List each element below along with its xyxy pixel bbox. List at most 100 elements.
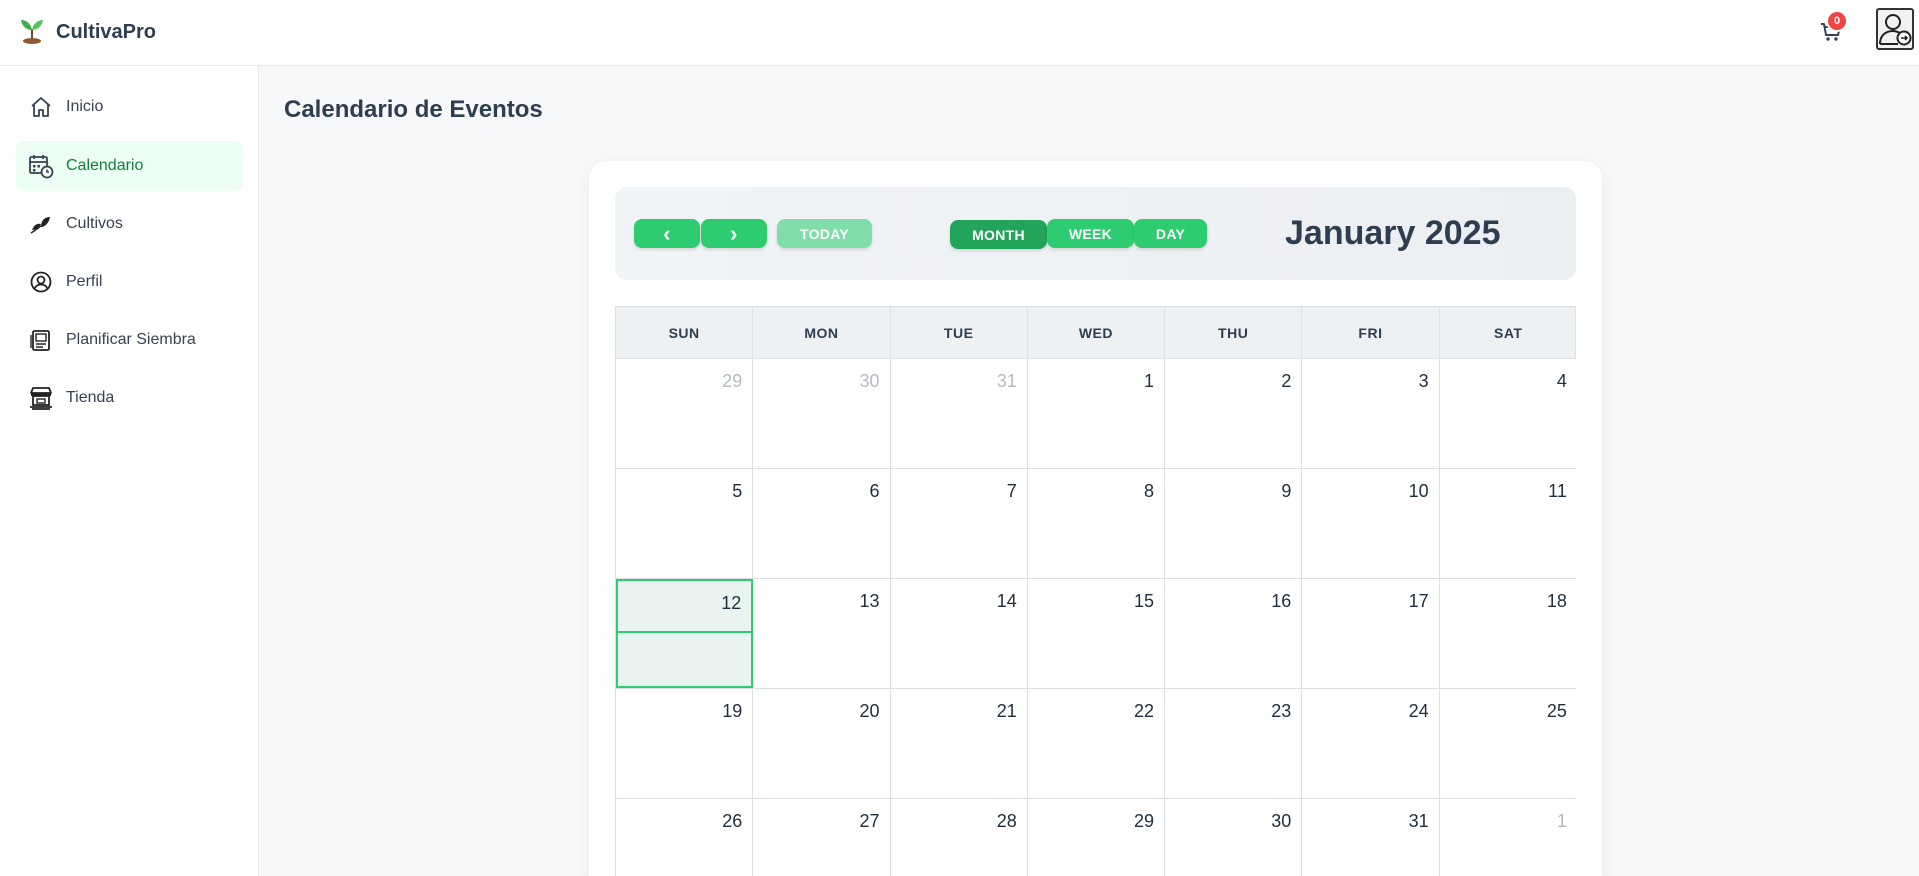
day-number: 10 — [1408, 481, 1429, 501]
chevron-right-icon: › — [730, 220, 738, 246]
day-cell-today[interactable]: 12 — [616, 579, 754, 688]
day-cell[interactable]: 20 — [753, 689, 891, 798]
day-cell[interactable]: 31 — [890, 359, 1028, 468]
day-cell[interactable]: 17 — [1302, 579, 1440, 688]
day-number: 9 — [1281, 481, 1292, 501]
day-number: 11 — [1548, 481, 1567, 501]
day-cell[interactable]: 10 — [1302, 469, 1440, 578]
day-cell[interactable]: 28 — [890, 799, 1028, 876]
plan-document-icon — [28, 327, 54, 353]
day-cell[interactable]: 29 — [1027, 799, 1166, 876]
view-month-button[interactable]: MONTH — [950, 220, 1047, 249]
day-cell[interactable]: 15 — [1027, 579, 1166, 688]
day-cell[interactable]: 29 — [616, 359, 754, 468]
day-number: 20 — [859, 701, 880, 721]
day-number: 12 — [721, 593, 742, 613]
view-week-button[interactable]: WEEK — [1047, 219, 1134, 248]
day-number: 16 — [1271, 591, 1292, 611]
sidebar-item-cultivos[interactable]: Cultivos — [16, 199, 243, 249]
month-title: January 2025 — [1285, 214, 1501, 252]
day-number: 21 — [996, 701, 1017, 721]
day-number: 7 — [1006, 481, 1017, 501]
day-number: 14 — [996, 591, 1017, 611]
day-cell[interactable]: 14 — [890, 579, 1028, 688]
day-cell[interactable]: 9 — [1165, 469, 1303, 578]
day-cell[interactable]: 8 — [1027, 469, 1166, 578]
cart-count-badge: 0 — [1826, 10, 1848, 32]
day-cell[interactable]: 4 — [1439, 359, 1577, 468]
day-cell[interactable]: 24 — [1302, 689, 1440, 798]
next-month-button[interactable]: › — [701, 219, 767, 248]
home-icon — [28, 94, 54, 120]
day-cell[interactable]: 11 — [1439, 469, 1577, 578]
day-cell[interactable]: 23 — [1165, 689, 1303, 798]
sidebar-item-calendario[interactable]: Calendario — [16, 141, 243, 191]
day-number: 1 — [1144, 371, 1155, 391]
day-number: 1 — [1556, 811, 1567, 831]
weekday-header-row: SUN MON TUE WED THU FRI SAT — [616, 307, 1575, 359]
weekday-header: WED — [1028, 307, 1166, 358]
day-number: 31 — [996, 371, 1017, 391]
day-number: 27 — [859, 811, 880, 831]
calendar-grid: SUN MON TUE WED THU FRI SAT 29 30 31 1 2… — [615, 306, 1577, 876]
day-cell[interactable]: 1 — [1439, 799, 1577, 876]
day-number: 15 — [1134, 591, 1155, 611]
week-row: 12 13 14 15 16 17 18 — [616, 579, 1577, 689]
day-cell[interactable]: 22 — [1027, 689, 1166, 798]
day-cell[interactable]: 25 — [1439, 689, 1577, 798]
prev-month-button[interactable]: ‹ — [634, 219, 700, 248]
day-cell[interactable]: 2 — [1165, 359, 1303, 468]
day-cell[interactable]: 21 — [890, 689, 1028, 798]
day-cell[interactable]: 31 — [1302, 799, 1440, 876]
sidebar-item-inicio[interactable]: Inicio — [16, 82, 243, 132]
day-number: 24 — [1408, 701, 1429, 721]
sidebar-item-label: Cultivos — [66, 215, 123, 232]
weekday-header: MON — [753, 307, 891, 358]
view-day-button[interactable]: DAY — [1134, 219, 1207, 248]
day-number: 13 — [859, 591, 880, 611]
day-cell[interactable]: 26 — [616, 799, 754, 876]
app-name: CultivaPro — [56, 21, 157, 43]
calendar-icon — [28, 153, 54, 179]
day-number: 30 — [859, 371, 880, 391]
day-cell[interactable]: 3 — [1302, 359, 1440, 468]
day-number: 29 — [722, 371, 743, 391]
brand[interactable]: CultivaPro — [18, 16, 156, 49]
user-logout-button[interactable] — [1876, 8, 1914, 50]
day-cell[interactable]: 5 — [616, 469, 754, 578]
day-number: 3 — [1418, 371, 1429, 391]
day-number: 22 — [1134, 701, 1155, 721]
weekday-header: SAT — [1493, 324, 1523, 341]
sprout-logo-icon — [18, 16, 46, 49]
day-number: 17 — [1408, 591, 1429, 611]
sidebar-item-label: Calendario — [66, 157, 144, 174]
day-number: 29 — [1134, 811, 1155, 831]
store-icon — [28, 385, 54, 411]
week-row: 19 20 21 22 23 24 25 — [616, 689, 1577, 799]
user-circle-icon — [28, 269, 54, 295]
today-button[interactable]: TODAY — [777, 219, 872, 248]
day-cell[interactable]: 1 — [1027, 359, 1166, 468]
top-bar: CultivaPro 0 — [0, 0, 1919, 66]
day-cell[interactable]: 27 — [753, 799, 891, 876]
day-cell[interactable]: 13 — [753, 579, 891, 688]
day-number: 8 — [1144, 481, 1155, 501]
sidebar-item-label: Inicio — [66, 98, 104, 115]
day-cell[interactable]: 30 — [1165, 799, 1303, 876]
day-cell[interactable]: 18 — [1439, 579, 1577, 688]
day-number: 2 — [1281, 371, 1292, 391]
day-number: 25 — [1546, 701, 1567, 721]
sidebar-item-tienda[interactable]: Tienda — [16, 373, 243, 423]
day-cell[interactable]: 6 — [753, 469, 891, 578]
week-row: 26 27 28 29 30 31 1 — [616, 799, 1577, 876]
day-cell[interactable]: 7 — [890, 469, 1028, 578]
weekday-header: THU — [1165, 307, 1303, 358]
day-cell[interactable]: 30 — [753, 359, 891, 468]
sidebar-item-label: Perfil — [66, 273, 103, 290]
day-cell[interactable]: 16 — [1165, 579, 1303, 688]
day-number: 28 — [996, 811, 1017, 831]
sidebar-item-perfil[interactable]: Perfil — [16, 257, 243, 307]
day-number: 5 — [732, 481, 743, 501]
day-cell[interactable]: 19 — [616, 689, 754, 798]
sidebar-item-planificar-siembra[interactable]: Planificar Siembra — [16, 315, 243, 365]
